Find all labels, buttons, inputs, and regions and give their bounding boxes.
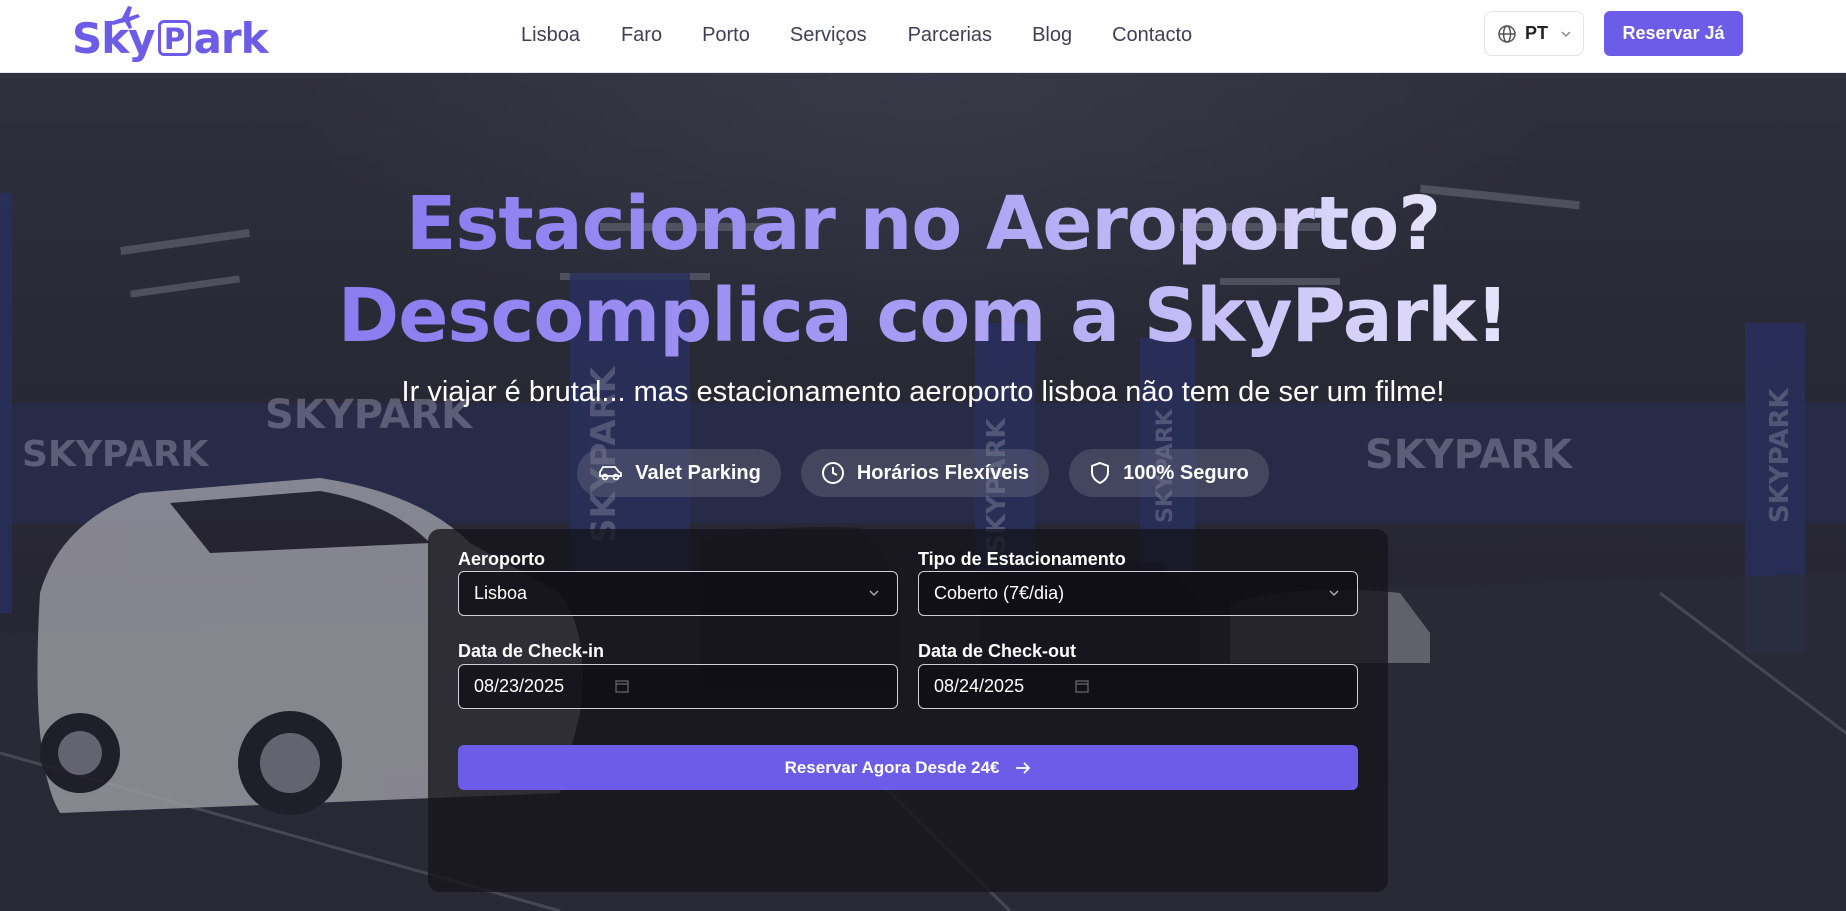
nav-item-faro[interactable]: Faro xyxy=(621,20,662,50)
nav-item-servicos[interactable]: Serviços xyxy=(790,20,867,50)
feature-pill-secure: 100% Seguro xyxy=(1069,449,1269,497)
chevron-down-icon xyxy=(1329,590,1339,597)
calendar-icon[interactable] xyxy=(1074,678,1090,694)
feature-label-secure: 100% Seguro xyxy=(1123,461,1249,484)
airport-value: Lisboa xyxy=(474,583,528,603)
hero-title-line-1: Estacionar no Aeroporto? xyxy=(405,181,1441,267)
booking-form: Aeroporto Lisboa Tipo de Estacionamento … xyxy=(428,529,1388,892)
feature-pill-flexible-hours: Horários Flexíveis xyxy=(800,449,1050,497)
skypark-logo[interactable]: Sky Park xyxy=(72,4,269,66)
checkout-value: 08/24/2025 xyxy=(934,676,1025,696)
shield-icon xyxy=(1091,461,1110,485)
reserve-submit-button[interactable]: Reservar Agora Desde 24€ xyxy=(458,745,1358,790)
logo-ark: ark xyxy=(193,14,269,63)
logo-wordmark: Sky Park xyxy=(72,14,269,63)
feature-label-flexible-hours: Horários Flexíveis xyxy=(856,461,1030,484)
chevron-down-icon xyxy=(869,590,879,597)
language-code: PT xyxy=(1525,23,1549,43)
airport-select[interactable]: Lisboa xyxy=(458,571,898,616)
parking-type-label: Tipo de Estacionamento xyxy=(918,549,1126,569)
nav-item-blog[interactable]: Blog xyxy=(1032,20,1072,50)
site-header: Sky Park Lisboa Faro Porto Serviços Parce… xyxy=(0,0,1846,73)
feature-pill-valet: Valet Parking xyxy=(577,449,781,497)
airport-label: Aeroporto xyxy=(458,549,545,569)
feature-label-valet: Valet Parking xyxy=(635,461,761,484)
logo-sky: Sky xyxy=(72,14,156,63)
nav-item-parcerias[interactable]: Parcerias xyxy=(908,20,992,50)
calendar-icon[interactable] xyxy=(614,678,630,694)
hero-title-line-2: Descomplica com a SkyPark! xyxy=(337,273,1509,359)
checkout-date-input[interactable]: 08/24/2025 xyxy=(918,664,1358,709)
reserve-submit-label: Reservar Agora Desde 24€ xyxy=(784,757,1000,777)
car-icon xyxy=(599,466,623,481)
nav-item-lisboa[interactable]: Lisboa xyxy=(521,20,580,50)
chevron-down-icon xyxy=(1561,30,1571,37)
checkin-label: Data de Check-in xyxy=(458,641,605,661)
checkin-date-input[interactable]: 08/23/2025 xyxy=(458,664,898,709)
feature-pills: Valet Parking Horários Flexíveis 100% Se… xyxy=(0,449,1846,497)
language-selector[interactable]: PT xyxy=(1484,11,1584,56)
checkout-label: Data de Check-out xyxy=(918,641,1077,661)
parking-type-value: Coberto (7€/dia) xyxy=(934,583,1065,603)
hero-section: SKYPARK SKYPARK SKYPARK SKYPARK SKYPARK … xyxy=(0,73,1846,911)
globe-icon xyxy=(1498,24,1516,43)
logo-p-badge: P xyxy=(157,20,191,56)
clock-icon xyxy=(821,462,844,484)
arrow-right-icon xyxy=(1016,761,1031,774)
checkin-value: 08/23/2025 xyxy=(474,676,565,696)
nav-item-contacto[interactable]: Contacto xyxy=(1112,20,1192,50)
main-nav: Lisboa Faro Porto Serviços Parcerias Blo… xyxy=(521,20,1192,50)
reserve-now-button[interactable]: Reservar Já xyxy=(1604,11,1743,56)
nav-item-porto[interactable]: Porto xyxy=(702,20,750,50)
parking-type-select[interactable]: Coberto (7€/dia) xyxy=(918,571,1358,616)
hero-subtitle: Ir viajar é brutal... mas estacionamento… xyxy=(401,376,1445,408)
